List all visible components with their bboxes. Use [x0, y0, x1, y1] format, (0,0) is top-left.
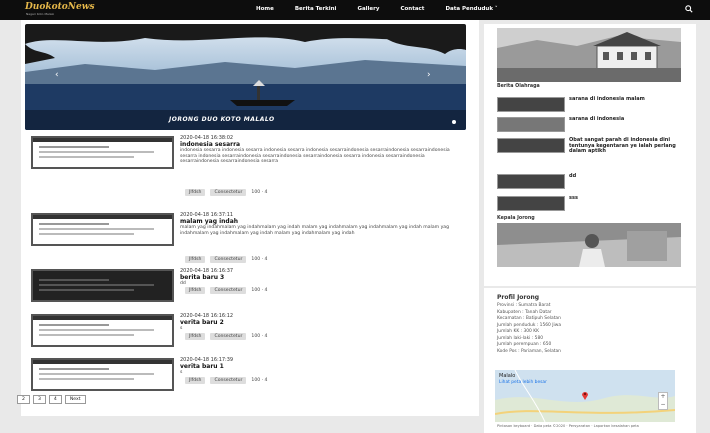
map-larger-link[interactable]: Lihat peta lebih besar	[499, 380, 547, 385]
site-logo-subtitle: Nagari Koto Malalo	[26, 12, 55, 16]
post-excerpt: dd	[180, 281, 186, 286]
post-tags: Jlfdsh Consectetur 100 · 4	[185, 377, 267, 384]
tag-chip[interactable]: Consectetur	[210, 256, 247, 263]
post-excerpt: indonesia sesarra indonesia sesarra indo…	[180, 148, 450, 165]
list-item-title[interactable]: sarana di indonesia	[569, 116, 679, 123]
tag-chip[interactable]: Consectetur	[210, 377, 247, 384]
post-title[interactable]: malam yag indah	[180, 218, 238, 225]
post-stats: 100 · 4	[251, 378, 268, 383]
profil-jorong-title: Profil Jorong	[497, 294, 540, 301]
kepala-jorong-photo[interactable]	[497, 223, 681, 267]
list-item[interactable]: sss	[497, 195, 692, 214]
tag-chip[interactable]: Jlfdsh	[185, 189, 206, 196]
post-tags: Jlfdsh Consectetur 100 · 4	[185, 256, 267, 263]
slider-dot[interactable]	[452, 120, 456, 124]
post-stats: 100 · 4	[251, 334, 268, 339]
tag-chip[interactable]: Jlfdsh	[185, 333, 206, 340]
tag-chip[interactable]: Consectetur	[210, 333, 247, 340]
list-item: Kode Pos : Pariaman, Selatan	[497, 348, 561, 354]
post-stats: 100 · 4	[251, 190, 268, 195]
post-thumbnail[interactable]	[31, 314, 174, 347]
pagination: 2 3 4 Next	[17, 395, 86, 404]
berita-widget: Berita Olahraga sarana di indonesia mala…	[484, 24, 696, 286]
sidebar: Berita Olahraga sarana di indonesia mala…	[484, 20, 696, 433]
post-item: 2020-04-18 16:17:39 verita baru 1 s Jlfd…	[25, 357, 465, 393]
site-logo[interactable]: DuokotoNews	[25, 2, 95, 12]
nav-gallery[interactable]: Gallery	[357, 6, 379, 12]
list-item: Kecamatan : Batipuh Selatan	[497, 316, 561, 321]
kepala-jorong-title: Kepala Jorong	[497, 216, 535, 221]
nav-data-penduduk-dropdown[interactable]: Data Penduduk ˅	[445, 6, 497, 12]
post-thumbnail[interactable]	[31, 269, 174, 302]
list-item-title[interactable]: Obat sangat parah di indonesia dini tent…	[569, 137, 679, 155]
slider-prev-icon[interactable]: ‹	[55, 70, 59, 80]
list-item[interactable]: Obat sangat parah di indonesia dini tent…	[497, 137, 692, 172]
next-page-button[interactable]: Next	[64, 395, 86, 404]
post-tags: Jlfdsh Consectetur 100 · 4	[185, 333, 267, 340]
list-item-title[interactable]: sss	[569, 195, 679, 202]
post-excerpt: s	[180, 326, 183, 331]
location-map[interactable]: Malalo Lihat peta lebih besar + −	[495, 370, 675, 422]
list-item[interactable]: dd	[497, 173, 692, 192]
tag-chip[interactable]: Consectetur	[210, 287, 247, 294]
post-title[interactable]: indonesia sesarra	[180, 141, 240, 148]
post-item: 2020-04-18 16:16:37 berita baru 3 dd Jlf…	[25, 268, 465, 304]
post-title[interactable]: berita baru 3	[180, 274, 224, 281]
zoom-in-icon[interactable]: +	[659, 393, 667, 401]
post-thumbnail[interactable]	[31, 213, 174, 246]
post-stats: 100 · 4	[251, 257, 268, 262]
map-place-name: Malalo	[499, 373, 516, 379]
tag-chip[interactable]: Jlfdsh	[185, 377, 206, 384]
page-3-button[interactable]: 3	[32, 395, 46, 404]
main-content: ‹ › JORONG DUO KOTO MALALO 2020-04-18 16…	[21, 20, 479, 416]
berita-olahraga-title: Berita Olahraga	[497, 84, 540, 89]
post-excerpt: malam yag indahmalam yag indahmalam yag …	[180, 225, 450, 236]
profil-list: Provinsi : Sumatra Barat Kabupaten : Tan…	[497, 303, 561, 355]
search-icon[interactable]	[685, 5, 693, 13]
map-footer: Pintasan keyboard · Data peta ©2020 · Pe…	[497, 424, 639, 428]
nav-contact[interactable]: Contact	[400, 6, 424, 12]
list-item-title[interactable]: dd	[569, 173, 679, 180]
image-slider[interactable]: ‹ › JORONG DUO KOTO MALALO	[25, 24, 466, 130]
post-excerpt: s	[180, 370, 183, 375]
building-photo[interactable]	[497, 28, 681, 82]
slide-caption: JORONG DUO KOTO MALALO	[169, 116, 275, 123]
slider-next-icon[interactable]: ›	[427, 70, 431, 80]
nav-berita-terkini[interactable]: Berita Terkini	[295, 6, 337, 12]
map-pin-icon[interactable]	[581, 390, 589, 400]
slide-image-lake	[25, 24, 466, 130]
list-item[interactable]: sarana di indonesia	[497, 116, 692, 135]
post-thumbnail[interactable]	[31, 136, 174, 169]
post-tags: Jlfdsh Consectetur 100 · 4	[185, 189, 267, 196]
post-tags: Jlfdsh Consectetur 100 · 4	[185, 287, 267, 294]
main-nav: Home Berita Terkini Gallery Contact Data…	[256, 6, 519, 12]
profil-jorong-widget: Profil Jorong Provinsi : Sumatra Barat K…	[484, 288, 696, 433]
list-item-title[interactable]: sarana di indonesia malam	[569, 96, 679, 103]
page-4-button[interactable]: 4	[48, 395, 62, 404]
map-zoom-control[interactable]: + −	[658, 392, 668, 410]
post-stats: 100 · 4	[251, 288, 268, 293]
page-2-button[interactable]: 2	[17, 395, 30, 404]
list-item[interactable]: sarana di indonesia malam	[497, 96, 692, 115]
post-thumbnail[interactable]	[31, 358, 174, 391]
tag-chip[interactable]: Jlfdsh	[185, 256, 206, 263]
post-title[interactable]: verita baru 1	[180, 363, 224, 370]
post-item: 2020-04-18 16:16:12 verita baru 2 s Jlfd…	[25, 313, 465, 349]
tag-chip[interactable]: Jlfdsh	[185, 287, 206, 294]
post-item: 2020-04-18 16:37:11 malam yag indah mala…	[25, 212, 465, 263]
tag-chip[interactable]: Consectetur	[210, 189, 247, 196]
post-title[interactable]: verita baru 2	[180, 319, 224, 326]
zoom-out-icon[interactable]: −	[659, 401, 667, 409]
post-item: 2020-04-18 16:38:02 indonesia sesarra in…	[25, 135, 465, 196]
top-navbar: DuokotoNews Nagari Koto Malalo Home Beri…	[0, 0, 710, 20]
nav-home[interactable]: Home	[256, 6, 274, 12]
